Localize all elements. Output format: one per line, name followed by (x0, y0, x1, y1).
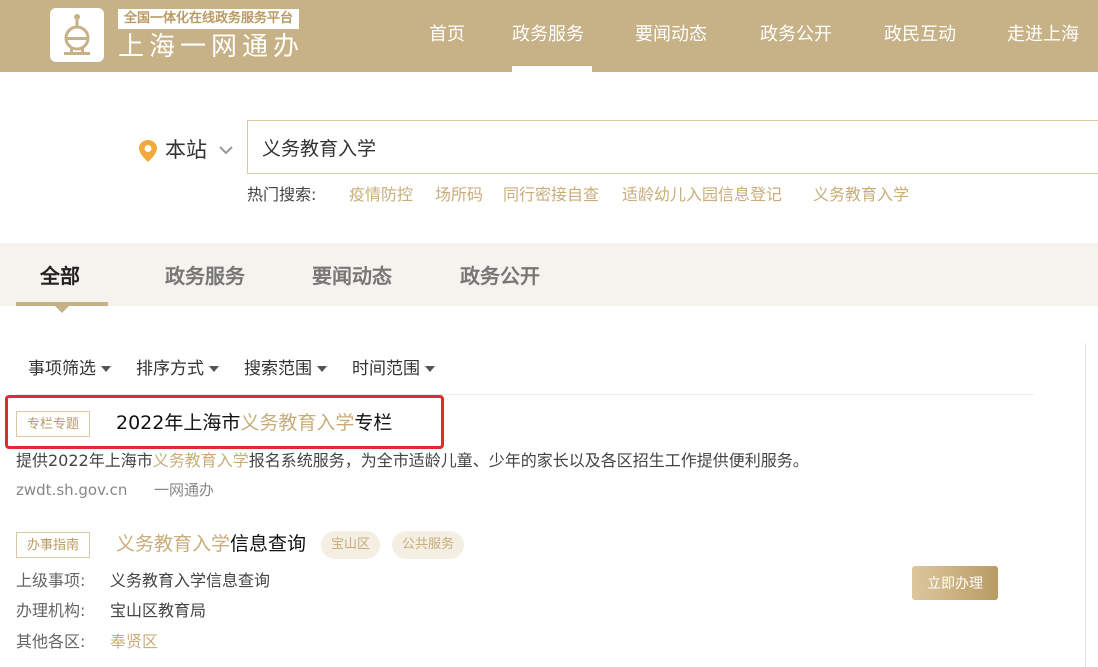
desc-text: 提供2022年上海市 (16, 451, 153, 470)
platform-tagline: 全国一体化在线政务服务平台 (118, 9, 300, 29)
filter-label: 时间范围 (352, 359, 420, 379)
result-description: 提供2022年上海市义务教育入学报名系统服务，为全市适龄儿童、少年的家长以及各区… (16, 450, 809, 472)
tab-gov-services[interactable]: 政务服务 (165, 262, 245, 290)
result-title[interactable]: 2022年上海市义务教育入学专栏 (116, 409, 392, 437)
title-text: 信息查询 (230, 533, 307, 555)
service-type-badge: 公共服务 (392, 531, 465, 559)
filter-label: 搜索范围 (244, 359, 312, 379)
district-badge: 宝山区 (321, 531, 381, 559)
tab-gov-disclosure[interactable]: 政务公开 (460, 262, 540, 290)
nav-home[interactable]: 首页 (429, 22, 465, 48)
hot-search-item[interactable]: 疫情防控 (349, 184, 413, 206)
filter-label: 事项筛选 (28, 359, 96, 379)
result-category-tag: 办事指南 (16, 532, 91, 558)
meta-value: 宝山区教育局 (110, 601, 207, 620)
nav-about-shanghai[interactable]: 走进上海 (1007, 22, 1079, 48)
result-category-tag: 专栏专题 (16, 411, 91, 437)
filter-label: 排序方式 (136, 359, 204, 379)
search-scope-select[interactable]: 本站 (165, 135, 207, 165)
tab-news[interactable]: 要闻动态 (312, 262, 392, 290)
apply-now-button[interactable]: 立即办理 (912, 566, 998, 600)
hot-search-label: 热门搜索: (247, 185, 317, 204)
result-title[interactable]: 义务教育入学信息查询 (116, 530, 306, 558)
site-name[interactable]: 上海一网通办 (118, 30, 304, 64)
meta-value: 义务教育入学信息查询 (110, 571, 271, 590)
hot-search-item[interactable]: 场所码 (435, 184, 483, 206)
caret-down-icon (425, 366, 435, 372)
meta-label: 其他各区: (16, 632, 86, 651)
caret-down-icon (317, 366, 327, 372)
filter-scope[interactable]: 搜索范围 (244, 357, 327, 381)
chevron-down-icon[interactable] (218, 144, 234, 156)
title-highlight: 义务教育入学 (240, 412, 355, 434)
nav-gov-disclosure[interactable]: 政务公开 (760, 22, 832, 48)
meta-label: 办理机构: (16, 601, 86, 620)
location-pin-icon (139, 140, 157, 162)
hot-search-item[interactable]: 适龄幼儿入园信息登记 (622, 184, 782, 206)
title-highlight: 义务教育入学 (116, 533, 231, 555)
filter-sort[interactable]: 排序方式 (136, 357, 219, 381)
hot-search-item[interactable]: 同行密接自查 (503, 184, 599, 206)
site-logo[interactable] (50, 8, 104, 62)
meta-label: 上级事项: (16, 571, 86, 590)
desc-highlight: 义务教育入学 (152, 451, 249, 470)
title-text: 2022年上海市 (116, 412, 241, 434)
nav-active-indicator (512, 66, 592, 72)
nav-news[interactable]: 要闻动态 (635, 22, 707, 48)
caret-down-icon (209, 366, 219, 372)
desc-text: 报名系统服务，为全市适龄儿童、少年的家长以及各区招生工作提供便利服务。 (248, 451, 809, 470)
active-tab-caret (55, 306, 69, 313)
e-logo-icon (64, 14, 90, 55)
scrollbar-track[interactable] (1085, 343, 1086, 667)
caret-down-icon (101, 366, 111, 372)
nav-interaction[interactable]: 政民互动 (884, 22, 956, 48)
result-url[interactable]: zwdt.sh.gov.cn (16, 479, 127, 501)
other-district-link[interactable]: 奉贤区 (110, 631, 158, 653)
hot-search-item[interactable]: 义务教育入学 (813, 184, 909, 206)
divider (16, 394, 1034, 395)
nav-gov-services[interactable]: 政务服务 (512, 22, 584, 48)
tab-all[interactable]: 全部 (40, 262, 80, 290)
result-source: 一网通办 (154, 481, 215, 499)
filter-item-type[interactable]: 事项筛选 (28, 357, 111, 381)
search-input[interactable] (247, 120, 1098, 174)
filter-time[interactable]: 时间范围 (352, 357, 435, 381)
site-header: 全国一体化在线政务服务平台 上海一网通办 首页 政务服务 要闻动态 政务公开 政… (0, 0, 1098, 72)
title-text: 专栏 (354, 412, 393, 434)
